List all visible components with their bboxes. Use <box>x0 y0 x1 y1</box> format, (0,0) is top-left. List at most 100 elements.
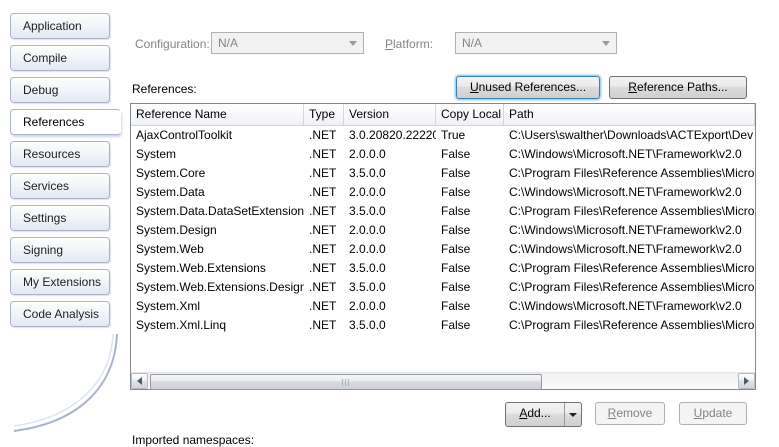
arrow-right-icon <box>744 377 749 385</box>
cell-version: 3.5.0.0 <box>344 316 436 335</box>
scroll-left-button[interactable] <box>131 373 148 389</box>
column-header-reference-name[interactable]: Reference Name <box>131 104 304 125</box>
configuration-label: Configuration: <box>135 37 210 51</box>
references-table-body: AjaxControlToolkit.NET3.0.20820.22220Tru… <box>131 126 755 374</box>
cell-type: .NET <box>304 126 344 145</box>
cell-path: C:\Program Files\Reference Assemblies\Mi… <box>504 259 755 278</box>
cell-type: .NET <box>304 202 344 221</box>
chevron-down-icon <box>569 413 577 417</box>
cell-type: .NET <box>304 278 344 297</box>
column-header-version[interactable]: Version <box>344 104 436 125</box>
cell-version: 3.5.0.0 <box>344 202 436 221</box>
table-row[interactable]: System.Design.NET2.0.0.0FalseC:\Windows\… <box>131 221 755 240</box>
remove-button[interactable]: Remove <box>595 402 665 425</box>
table-row[interactable]: System.Web.Extensions.Design.NET3.5.0.0F… <box>131 278 755 297</box>
references-table: Reference NameTypeVersionCopy LocalPath … <box>130 103 756 390</box>
sidebar-item-application[interactable]: Application <box>10 13 110 39</box>
cell-name: AjaxControlToolkit <box>131 126 304 145</box>
cell-path: C:\Program Files\Reference Assemblies\Mi… <box>504 164 755 183</box>
cell-name: System <box>131 145 304 164</box>
sidebar-item-code-analysis[interactable]: Code Analysis <box>10 301 110 327</box>
sidebar-item-settings[interactable]: Settings <box>10 205 110 231</box>
cell-copy_local: False <box>436 145 504 164</box>
references-table-header: Reference NameTypeVersionCopy LocalPath <box>131 104 755 126</box>
cell-name: System.Web.Extensions.Design <box>131 278 304 297</box>
cell-copy_local: False <box>436 240 504 259</box>
cell-type: .NET <box>304 221 344 240</box>
cell-path: C:\Windows\Microsoft.NET\Framework\v2.0 <box>504 240 755 259</box>
cell-version: 2.0.0.0 <box>344 145 436 164</box>
scroll-right-button[interactable] <box>738 373 755 389</box>
table-row[interactable]: System.Data.NET2.0.0.0FalseC:\Windows\Mi… <box>131 183 755 202</box>
cell-copy_local: False <box>436 259 504 278</box>
cell-copy_local: False <box>436 297 504 316</box>
configuration-dropdown[interactable]: N/A <box>211 32 364 54</box>
cell-version: 3.5.0.0 <box>344 259 436 278</box>
tabstrip-curve-decoration <box>10 332 122 438</box>
cell-name: System.Web <box>131 240 304 259</box>
platform-label: Platform: <box>385 37 433 51</box>
cell-name: System.Xml.Linq <box>131 316 304 335</box>
cell-name: System.Web.Extensions <box>131 259 304 278</box>
column-header-type[interactable]: Type <box>304 104 344 125</box>
column-header-path[interactable]: Path <box>504 104 755 125</box>
table-row[interactable]: System.Xml.NET2.0.0.0FalseC:\Windows\Mic… <box>131 297 755 316</box>
table-row[interactable]: System.Web.Extensions.NET3.5.0.0FalseC:\… <box>131 259 755 278</box>
cell-copy_local: False <box>436 183 504 202</box>
arrow-left-icon <box>137 377 142 385</box>
unused-references-button[interactable]: Unused References... <box>456 76 600 99</box>
cell-path: C:\Users\swalther\Downloads\ACTExport\De… <box>504 126 755 145</box>
reference-paths-button[interactable]: Reference Paths... <box>609 76 747 99</box>
cell-path: C:\Program Files\Reference Assemblies\Mi… <box>504 202 755 221</box>
cell-copy_local: False <box>436 316 504 335</box>
cell-version: 2.0.0.0 <box>344 240 436 259</box>
references-section-label: References: <box>132 82 197 96</box>
sidebar-item-references[interactable]: References <box>10 109 121 135</box>
table-row[interactable]: System.Core.NET3.5.0.0FalseC:\Program Fi… <box>131 164 755 183</box>
table-row[interactable]: System.NET2.0.0.0FalseC:\Windows\Microso… <box>131 145 755 164</box>
cell-copy_local: False <box>436 278 504 297</box>
cell-type: .NET <box>304 316 344 335</box>
cell-name: System.Data <box>131 183 304 202</box>
configuration-value: N/A <box>218 36 238 50</box>
chevron-down-icon <box>602 41 610 46</box>
add-split-button: Add... <box>505 402 582 427</box>
sidebar-item-debug[interactable]: Debug <box>10 77 110 103</box>
add-button[interactable]: Add... <box>506 403 564 426</box>
sidebar-item-compile[interactable]: Compile <box>10 45 110 71</box>
cell-path: C:\Windows\Microsoft.NET\Framework\v2.0 <box>504 145 755 164</box>
cell-version: 2.0.0.0 <box>344 221 436 240</box>
cell-version: 2.0.0.0 <box>344 183 436 202</box>
cell-path: C:\Windows\Microsoft.NET\Framework\v2.0 <box>504 221 755 240</box>
platform-value: N/A <box>462 36 482 50</box>
table-row[interactable]: System.Web.NET2.0.0.0FalseC:\Windows\Mic… <box>131 240 755 259</box>
sidebar-item-my-extensions[interactable]: My Extensions <box>10 269 110 295</box>
horizontal-scrollbar[interactable] <box>131 372 755 389</box>
table-row[interactable]: AjaxControlToolkit.NET3.0.20820.22220Tru… <box>131 126 755 145</box>
cell-name: System.Design <box>131 221 304 240</box>
table-row[interactable]: System.Xml.Linq.NET3.5.0.0FalseC:\Progra… <box>131 316 755 335</box>
cell-name: System.Xml <box>131 297 304 316</box>
cell-path: C:\Windows\Microsoft.NET\Framework\v2.0 <box>504 297 755 316</box>
chevron-down-icon <box>349 41 357 46</box>
sidebar-item-services[interactable]: Services <box>10 173 110 199</box>
cell-copy_local: False <box>436 164 504 183</box>
add-dropdown-button[interactable] <box>564 403 581 426</box>
cell-version: 2.0.0.0 <box>344 297 436 316</box>
cell-copy_local: True <box>436 126 504 145</box>
cell-type: .NET <box>304 259 344 278</box>
sidebar-item-signing[interactable]: Signing <box>10 237 110 263</box>
cell-version: 3.5.0.0 <box>344 278 436 297</box>
update-button[interactable]: Update <box>679 402 747 425</box>
cell-path: C:\Windows\Microsoft.NET\Framework\v2.0 <box>504 183 755 202</box>
cell-type: .NET <box>304 183 344 202</box>
cell-type: .NET <box>304 164 344 183</box>
cell-type: .NET <box>304 297 344 316</box>
cell-copy_local: False <box>436 221 504 240</box>
table-row[interactable]: System.Data.DataSetExtensions.NET3.5.0.0… <box>131 202 755 221</box>
column-header-copy-local[interactable]: Copy Local <box>436 104 504 125</box>
scrollbar-thumb[interactable] <box>150 374 542 390</box>
platform-dropdown[interactable]: N/A <box>455 32 617 54</box>
cell-copy_local: False <box>436 202 504 221</box>
sidebar-item-resources[interactable]: Resources <box>10 141 110 167</box>
